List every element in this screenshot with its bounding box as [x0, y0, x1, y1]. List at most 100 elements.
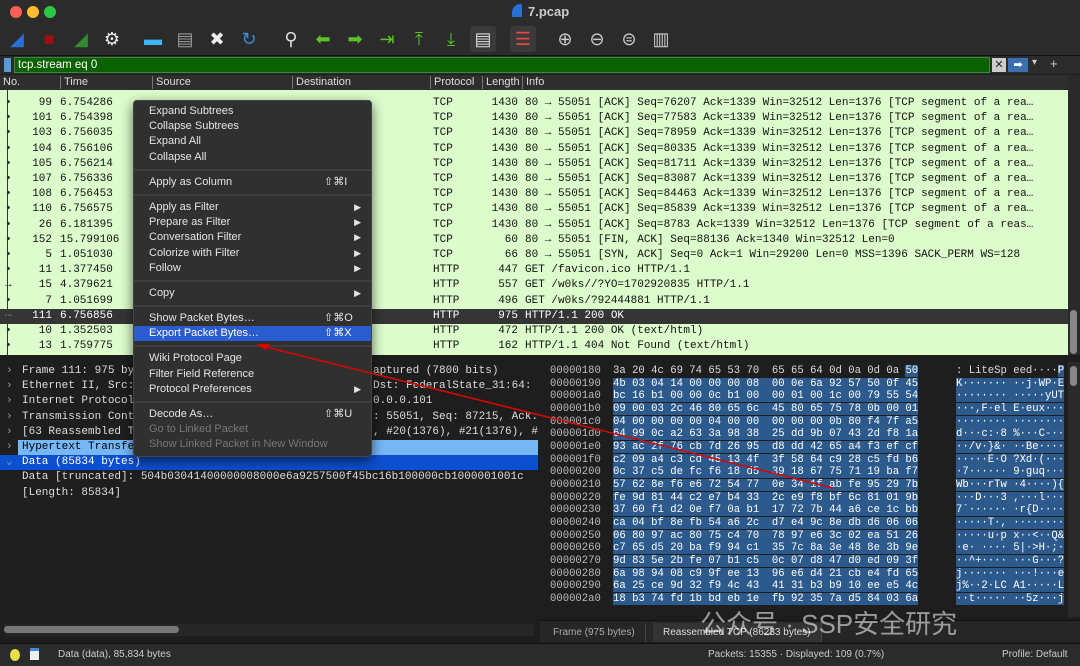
menu-item-colorize-with-filter[interactable]: Colorize with Filter ▶: [134, 246, 371, 261]
ascii-bytes[interactable]: ··t····· ··5z···j: [956, 593, 1065, 606]
ascii-bytes[interactable]: ·7······ 9·guq···: [956, 466, 1065, 479]
menu-item-copy[interactable]: Copy ▶: [134, 286, 371, 301]
menu-item-filter-field-reference[interactable]: Filter Field Reference: [134, 367, 371, 382]
apply-filter-arrow-icon[interactable]: ➡: [1008, 58, 1028, 72]
column-header-destination[interactable]: Destination: [292, 76, 351, 89]
menu-item-export-packet-bytes[interactable]: Export Packet Bytes… ⇧⌘X: [134, 326, 371, 342]
collapsed-chevron-icon[interactable]: ›: [6, 364, 13, 379]
ascii-bytes[interactable]: ·····u·p x··<··Q&: [956, 529, 1065, 543]
details-tree-item[interactable]: Data [truncated]: 504b03041400000008000e…: [0, 470, 538, 485]
column-header-no[interactable]: No.: [0, 76, 20, 89]
ascii-bytes[interactable]: 7`······ ·r{D····: [956, 504, 1065, 517]
menu-item-protocol-preferences[interactable]: Protocol Preferences ▶: [134, 382, 371, 397]
display-filter-input[interactable]: tcp.stream eq 0: [14, 57, 990, 73]
go-forward-arrow-icon[interactable]: ➡: [342, 26, 368, 52]
scrollbar-thumb[interactable]: [4, 626, 179, 633]
maximize-window-button[interactable]: [44, 6, 56, 18]
ascii-bytes[interactable]: j······· ···!···e: [956, 567, 1065, 581]
go-to-packet-icon[interactable]: ⇥: [374, 26, 400, 52]
hex-bytes[interactable]: 6a 25 ce 9d 32 f9 4c 43 41 31 b3 b9 10 e…: [613, 580, 919, 593]
reload-file-icon[interactable]: ↻: [236, 26, 262, 52]
close-window-button[interactable]: [10, 6, 22, 18]
shark-fin-start-icon[interactable]: ◢: [4, 26, 30, 52]
ascii-bytes[interactable]: ·····E·O ?Xd·(···: [956, 453, 1065, 467]
ascii-bytes[interactable]: ··/v·}&· ··Be····: [956, 441, 1065, 454]
collapsed-chevron-icon[interactable]: ›: [6, 425, 13, 440]
ascii-bytes[interactable]: : LiteSp eed····P: [956, 365, 1065, 378]
details-tree-item[interactable]: ⌄ Data (85834 bytes): [0, 455, 538, 471]
ascii-bytes[interactable]: ···,F·el E·eux···: [956, 403, 1065, 416]
expert-info-indicator-icon[interactable]: [10, 649, 20, 661]
bookmark-icon[interactable]: [4, 58, 11, 72]
colorize-icon[interactable]: ☰: [510, 26, 536, 52]
menu-item-show-packet-bytes[interactable]: Show Packet Bytes… ⇧⌘O: [134, 311, 371, 326]
hex-bytes[interactable]: 93 ac 2f 76 cb 7d 26 95 d8 dd 42 65 a4 f…: [613, 441, 919, 454]
minimize-window-button[interactable]: [27, 6, 39, 18]
column-header-length[interactable]: Length: [482, 76, 520, 89]
ascii-bytes[interactable]: ···D···3 ,···l···: [956, 491, 1065, 505]
hex-bytes[interactable]: 4b 03 04 14 00 00 00 08 00 0e 6a 92 57 5…: [613, 377, 919, 391]
hex-bytes[interactable]: 04 00 00 00 00 04 00 00 00 00 00 0b 80 f…: [613, 415, 919, 429]
scrollbar-thumb[interactable]: [1070, 366, 1077, 386]
clear-filter-icon[interactable]: ✕: [992, 58, 1006, 72]
menu-item-collapse-all[interactable]: Collapse All: [134, 150, 371, 165]
hex-bytes[interactable]: 57 62 8e f6 e6 72 54 77 0e 34 1f ab fe 9…: [613, 479, 919, 492]
ascii-bytes[interactable]: ········ ········: [956, 415, 1065, 429]
column-header-time[interactable]: Time: [60, 76, 88, 89]
ascii-bytes[interactable]: ·e· ···· 5|·>H·;·: [956, 542, 1065, 555]
capture-options-gear-icon[interactable]: ⚙: [99, 26, 125, 52]
collapsed-chevron-icon[interactable]: ›: [6, 440, 13, 455]
status-profile[interactable]: Profile: Default: [1002, 649, 1068, 660]
column-header-protocol[interactable]: Protocol: [430, 76, 474, 89]
find-packet-magnifier-icon[interactable]: ⚲: [278, 26, 304, 52]
restart-capture-icon[interactable]: ◢: [68, 26, 94, 52]
menu-item-collapse-subtrees[interactable]: Collapse Subtrees: [134, 119, 371, 134]
details-tree-item[interactable]: [Length: 85834]: [0, 486, 538, 501]
expanded-chevron-icon[interactable]: ⌄: [6, 455, 13, 470]
auto-scroll-icon[interactable]: ▤: [470, 26, 496, 52]
menu-item-wiki-protocol-page[interactable]: Wiki Protocol Page: [134, 351, 371, 366]
hex-bytes[interactable]: 64 99 0c a2 63 3a 98 38 25 dd 9b 07 43 2…: [613, 428, 919, 441]
go-to-last-packet-icon[interactable]: ⤓: [438, 26, 464, 52]
ascii-bytes[interactable]: Wb···rTw ·4····){: [956, 479, 1065, 492]
capture-comment-icon[interactable]: [30, 648, 39, 660]
hex-bytes[interactable]: 3a 20 4c 69 74 65 53 70 65 65 64 0d 0a 0…: [613, 365, 919, 378]
menu-item-prepare-as-filter[interactable]: Prepare as Filter ▶: [134, 215, 371, 230]
stop-capture-icon[interactable]: ■: [36, 26, 62, 52]
ascii-bytes[interactable]: ·····T·, ········: [956, 517, 1065, 530]
hex-bytes[interactable]: c2 09 a4 c3 cd 45 13 4f 3f 58 64 c9 28 c…: [613, 453, 919, 467]
packet-list-scrollbar[interactable]: [1068, 75, 1080, 355]
hex-bytes[interactable]: ca 04 bf 8e fb 54 a6 2c d7 e4 9c 8e db d…: [613, 517, 919, 530]
hex-bytes[interactable]: 37 60 f1 d2 0e f7 0a b1 17 72 7b 44 a6 c…: [613, 504, 919, 517]
column-header-info[interactable]: Info: [522, 76, 544, 89]
hex-bytes[interactable]: fe 9d 81 44 c2 e7 b4 33 2c e9 f8 bf 6c 8…: [613, 491, 919, 505]
hex-bytes[interactable]: 06 80 97 ac 80 75 c4 70 78 97 e6 3c 02 e…: [613, 529, 919, 543]
hex-bytes[interactable]: 6a 98 94 08 c9 9f ee 13 96 e6 d4 21 cb e…: [613, 567, 919, 581]
go-back-arrow-icon[interactable]: ⬅: [310, 26, 336, 52]
collapsed-chevron-icon[interactable]: ›: [6, 394, 13, 409]
hex-bytes[interactable]: bc 16 b1 00 00 0c b1 00 00 01 00 1c 00 7…: [613, 390, 919, 403]
menu-item-expand-subtrees[interactable]: Expand Subtrees: [134, 104, 371, 119]
menu-item-expand-all[interactable]: Expand All: [134, 134, 371, 149]
menu-item-apply-as-column[interactable]: Apply as Column ⇧⌘I: [134, 175, 371, 190]
collapsed-chevron-icon[interactable]: ›: [6, 410, 13, 425]
ascii-bytes[interactable]: j%··2·LC A1·····L: [956, 580, 1065, 593]
menu-item-apply-as-filter[interactable]: Apply as Filter ▶: [134, 200, 371, 215]
zoom-normal-icon[interactable]: ⊜: [616, 26, 642, 52]
hex-bytes[interactable]: 9d 83 5e 2b fe 07 b1 c5 0c 07 d8 47 d0 e…: [613, 555, 919, 568]
column-header-source[interactable]: Source: [152, 76, 191, 89]
ascii-bytes[interactable]: d···c:·8 %···C-··: [956, 428, 1065, 441]
zoom-in-icon[interactable]: ⊕: [552, 26, 578, 52]
ascii-bytes[interactable]: ········ ·····yUT: [956, 390, 1065, 403]
hex-pane-scrollbar[interactable]: [1068, 362, 1080, 617]
open-folder-icon[interactable]: ▬: [140, 26, 166, 52]
filter-dropdown-icon[interactable]: ▾: [1032, 57, 1037, 68]
go-to-first-packet-icon[interactable]: ⤒: [406, 26, 432, 52]
hex-bytes[interactable]: 09 00 03 2c 46 80 65 6c 45 80 65 75 78 0…: [613, 403, 919, 416]
collapsed-chevron-icon[interactable]: ›: [6, 379, 13, 394]
bytes-tab[interactable]: Frame (975 bytes): [543, 623, 646, 642]
add-filter-button-icon[interactable]: +: [1050, 56, 1058, 71]
menu-item-conversation-filter[interactable]: Conversation Filter ▶: [134, 230, 371, 245]
scrollbar-thumb[interactable]: [1070, 310, 1077, 354]
resize-columns-icon[interactable]: ▥: [648, 26, 674, 52]
